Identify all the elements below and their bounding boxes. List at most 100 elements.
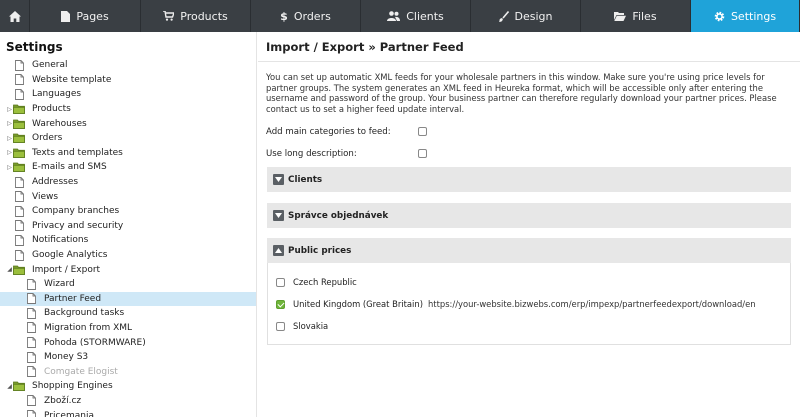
folder-icon [13,103,25,115]
section-order-manager: Správce objednávek [267,203,791,228]
sidebar-item-partner-feed[interactable]: Partner Feed [0,291,256,307]
collapse-icon[interactable] [273,245,284,256]
sidebar-item-label: Pricemania [44,410,94,417]
sidebar-item-addresses[interactable]: Addresses [0,175,256,190]
sidebar-item-label: Background tasks [44,308,125,319]
sidebar-item-shopping-engines[interactable]: ◢ Shopping Engines [0,379,256,394]
top-navigation: Pages Products $ Orders Clients Design F… [0,0,800,32]
caret-down-icon[interactable]: ◢ [6,266,13,273]
sidebar-item-e-mails-and-sms[interactable]: ▷ E-mails and SMS [0,160,256,175]
brush-icon [498,10,509,22]
caret-right-icon[interactable]: ▷ [6,120,13,127]
sidebar-item-background-tasks[interactable]: Background tasks [0,306,256,321]
caret-right-icon[interactable]: ▷ [6,149,13,156]
sidebar-item-orders[interactable]: ▷ Orders [0,131,256,146]
home-button[interactable] [0,0,30,32]
long-description-checkbox[interactable] [418,149,427,159]
tab-orders[interactable]: $ Orders [251,0,361,32]
main-content: Import / Export » Partner Feed You can s… [258,32,800,417]
option-add-main-categories: Add main categories to feed: [258,121,800,143]
folder-icon [13,380,25,392]
page-icon [13,220,25,232]
sidebar-item-zbo-cz[interactable]: Zboží.cz [0,394,256,409]
sidebar-item-label: Privacy and security [32,220,124,231]
cart-icon [163,11,175,21]
slovakia-checkbox[interactable] [276,321,285,331]
caret-right-icon[interactable]: ▷ [6,164,13,171]
tab-products[interactable]: Products [141,0,251,32]
sidebar-item-label: General [32,60,68,71]
sidebar-item-languages[interactable]: Languages [0,87,256,102]
users-icon [387,11,401,21]
sidebar-item-general[interactable]: General [0,58,256,73]
expand-icon[interactable] [273,174,284,185]
sidebar-item-wizard[interactable]: Wizard [0,277,256,292]
public-prices-list: Czech Republic United Kingdom (Great Bri… [267,263,791,345]
tab-label: Files [632,9,657,23]
tab-files[interactable]: Files [581,0,691,32]
sidebar-item-label: Notifications [32,235,89,246]
caret-right-icon[interactable]: ▷ [6,135,13,142]
sidebar-item-pohoda-stormware[interactable]: Pohoda (STORMWARE) [0,335,256,350]
sidebar-item-label: Comgate Elogist [44,366,118,377]
feed-url[interactable]: https://your-website.bizwebs.com/erp/imp… [428,299,756,309]
page-icon [13,191,25,203]
folder-icon [13,118,25,130]
tab-clients[interactable]: Clients [361,0,471,32]
tab-pages[interactable]: Pages [30,0,141,32]
home-icon [8,10,21,22]
folder-icon [13,132,25,144]
sidebar-item-warehouses[interactable]: ▷ Warehouses [0,116,256,131]
sidebar-item-pricemania[interactable]: Pricemania [0,408,256,417]
option-long-description: Use long description: [258,143,800,165]
section-header-order-manager[interactable]: Správce objednávek [267,203,791,228]
price-name: Slovakia [293,321,329,331]
sidebar-item-notifications[interactable]: Notifications [0,233,256,248]
tab-label: Settings [730,9,777,23]
sidebar-item-label: Pohoda (STORMWARE) [44,337,146,348]
folder-icon [13,161,25,173]
sidebar-item-label: Products [32,104,71,115]
sidebar-item-label: Migration from XML [44,322,133,333]
sidebar-item-label: Languages [32,89,82,100]
option-label: Add main categories to feed: [266,126,391,137]
price-row-slovakia: Slovakia [268,315,790,337]
sidebar-item-comgate-elogist[interactable]: Comgate Elogist [0,364,256,379]
sidebar-item-texts-and-templates[interactable]: ▷ Texts and templates [0,146,256,161]
page-icon [13,249,25,261]
sidebar-item-label: Website template [32,74,112,85]
sidebar-item-label: Views [32,191,59,202]
sidebar-item-money-s3[interactable]: Money S3 [0,350,256,365]
page-icon [25,322,37,334]
united-kingdom-checkbox[interactable] [276,299,285,309]
page-icon [25,293,37,305]
sidebar-item-company-branches[interactable]: Company branches [0,204,256,219]
add-main-categories-checkbox[interactable] [418,127,427,137]
caret-down-icon[interactable]: ◢ [6,383,13,390]
sidebar-item-import-export[interactable]: ◢ Import / Export [0,262,256,277]
sidebar-item-views[interactable]: Views [0,189,256,204]
tab-design[interactable]: Design [471,0,581,32]
caret-right-icon[interactable]: ▷ [6,106,13,113]
settings-tree: General Website template Languages ▷ Product… [0,58,256,417]
tab-settings[interactable]: Settings [691,0,800,32]
sidebar-item-google-analytics[interactable]: Google Analytics [0,248,256,263]
page-icon [13,176,25,188]
section-header-clients[interactable]: Clients [267,167,791,192]
tab-label: Orders [293,9,331,23]
page-icon [25,278,37,290]
sidebar-item-migration-from-xml[interactable]: Migration from XML [0,321,256,336]
sidebar-item-products[interactable]: ▷ Products [0,102,256,117]
expand-icon[interactable] [273,210,284,221]
page-icon [13,234,25,246]
sidebar-item-label: Orders [32,133,63,144]
sidebar-item-privacy-and-security[interactable]: Privacy and security [0,219,256,234]
czech-republic-checkbox[interactable] [276,277,285,287]
sidebar-item-website-template[interactable]: Website template [0,73,256,88]
document-icon [61,10,71,22]
sidebar-item-label: Import / Export [32,264,101,275]
folder-icon [13,147,25,159]
section-header-public-prices[interactable]: Public prices [267,238,791,263]
page-icon [25,307,37,319]
sidebar-item-label: Partner Feed [44,293,102,304]
